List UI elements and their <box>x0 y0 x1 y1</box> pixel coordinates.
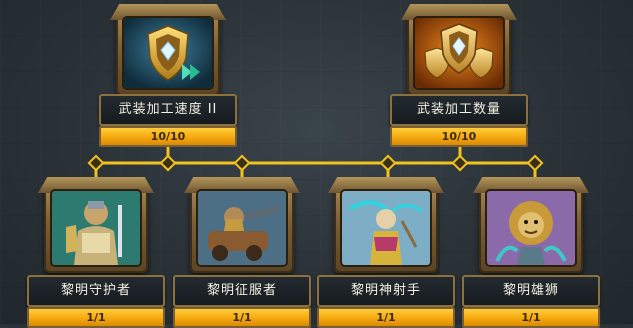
progress-text: 1/1 <box>521 311 541 324</box>
dawn-conqueror-portrait <box>198 191 286 265</box>
shield-speed-icon <box>124 18 212 88</box>
progress-bar: 1/1 <box>173 307 311 328</box>
node-title: 武装加工速度 II <box>99 94 237 126</box>
node-title: 武装加工数量 <box>390 94 528 126</box>
node-title: 黎明雄狮 <box>462 275 600 307</box>
research-node-dawn-guardian[interactable]: 黎明守护者 1/1 <box>27 183 167 328</box>
research-node-dawn-conqueror[interactable]: 黎明征服者 1/1 <box>173 183 313 328</box>
connector-joint <box>451 154 469 172</box>
node-title: 黎明守护者 <box>27 275 165 307</box>
dawn-marksman-portrait <box>342 191 430 265</box>
progress-text: 1/1 <box>232 311 252 324</box>
dawn-guardian-portrait <box>52 191 140 265</box>
node-title: 黎明神射手 <box>317 275 455 307</box>
connector-joint <box>87 154 105 172</box>
research-node-dawn-lion[interactable]: 黎明雄狮 1/1 <box>462 183 602 328</box>
progress-text: 10/10 <box>150 130 186 143</box>
progress-bar: 1/1 <box>27 307 165 328</box>
progress-text: 1/1 <box>376 311 396 324</box>
connector-joint <box>233 154 251 172</box>
research-node-dawn-marksman[interactable]: 黎明神射手 1/1 <box>317 183 457 328</box>
research-node-armament-quantity[interactable]: 武装加工数量 10/10 <box>390 4 530 149</box>
progress-bar: 10/10 <box>99 126 237 147</box>
connector-joint <box>526 154 544 172</box>
progress-text: 10/10 <box>441 130 477 143</box>
progress-bar: 1/1 <box>317 307 455 328</box>
progress-bar: 10/10 <box>390 126 528 147</box>
research-node-armament-speed[interactable]: 武装加工速度 II 10/10 <box>99 4 239 149</box>
shield-quantity-icon <box>415 18 503 88</box>
progress-text: 1/1 <box>86 311 106 324</box>
progress-bar: 1/1 <box>462 307 600 328</box>
node-title: 黎明征服者 <box>173 275 311 307</box>
connector-joint <box>379 154 397 172</box>
connector-joint <box>159 154 177 172</box>
dawn-lion-portrait <box>487 191 575 265</box>
